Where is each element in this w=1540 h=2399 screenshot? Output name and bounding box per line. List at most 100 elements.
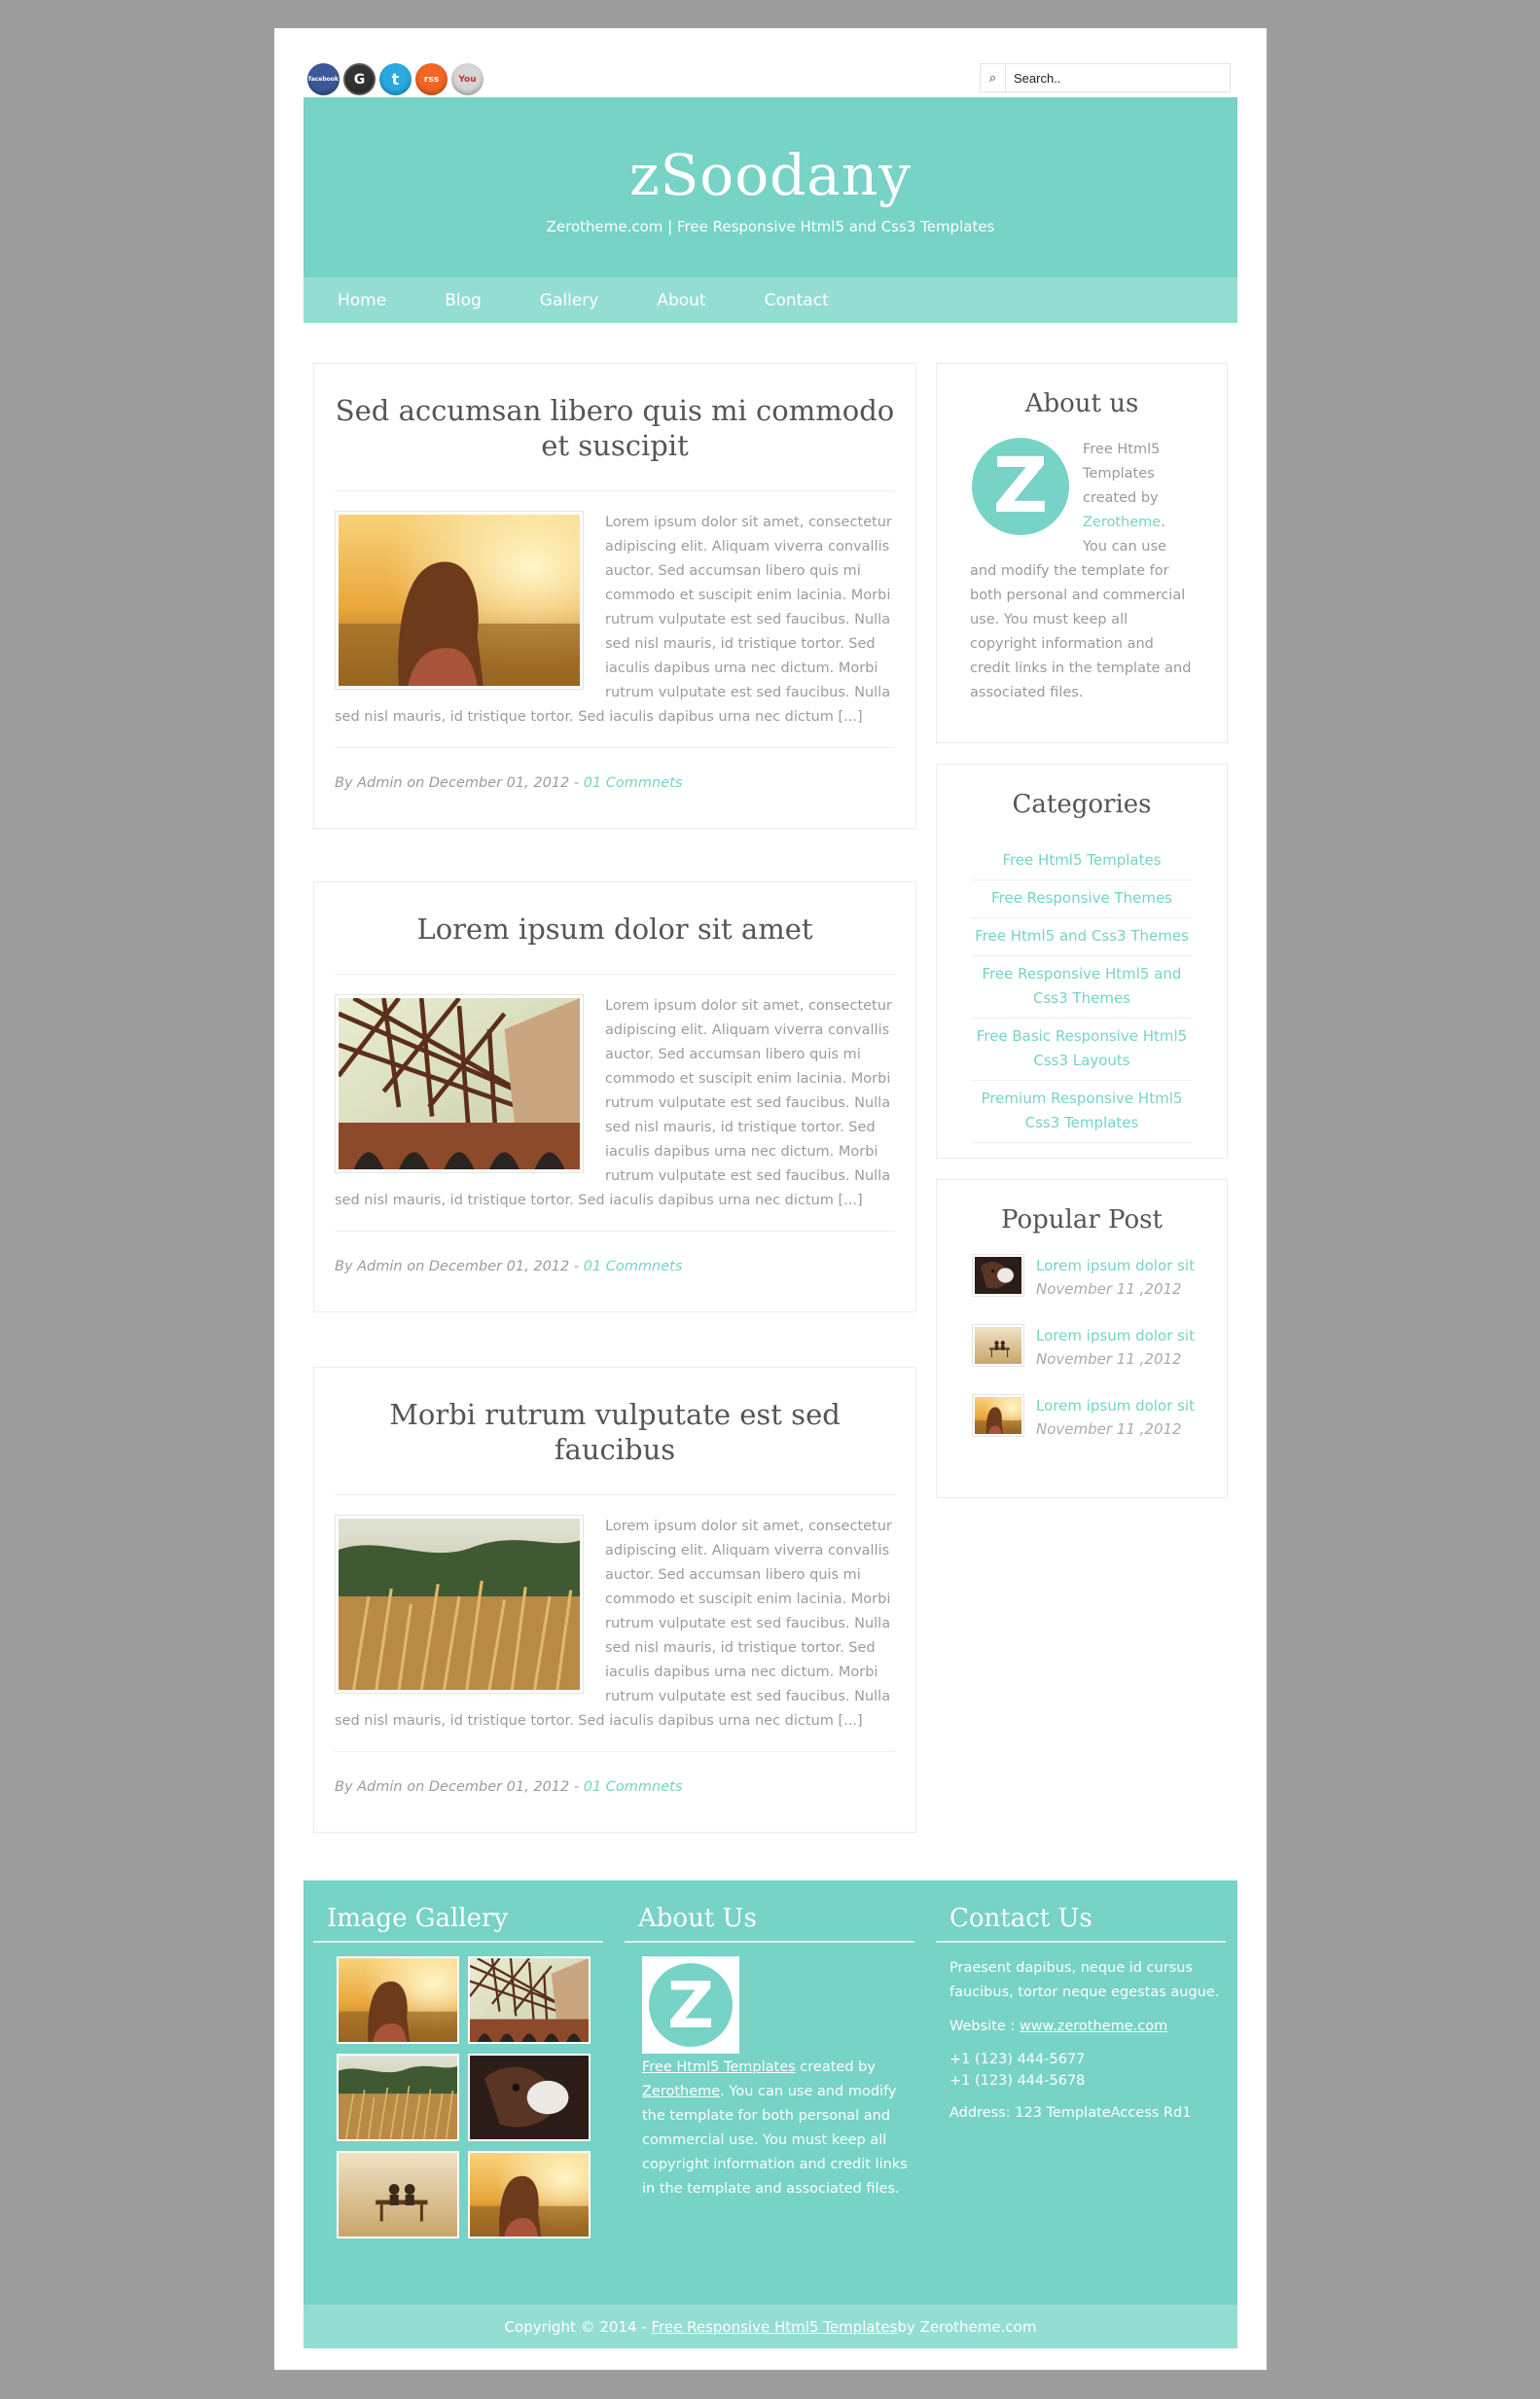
main-nav: Home Blog Gallery About Contact: [304, 277, 1237, 323]
nav-item-gallery[interactable]: Gallery: [511, 291, 628, 310]
blog-post: Morbi rutrum vulputate est sed faucibus …: [313, 1367, 916, 1833]
comments-link[interactable]: 01 Commnets: [584, 1259, 683, 1274]
gallery-image[interactable]: [468, 2151, 591, 2238]
post-byline: By Admin on December 01, 2012 -: [335, 775, 584, 791]
site-footer: Image Gallery About Us Z Free Html5 Temp…: [304, 1880, 1237, 2305]
about-text-start: Free Html5 Templates created by: [1083, 442, 1161, 506]
category-list: Free Html5 Templates Free Responsive The…: [972, 842, 1192, 1143]
nav-item-home[interactable]: Home: [308, 291, 415, 310]
popular-post-thumbnail[interactable]: [972, 1324, 1024, 1367]
post-thumbnail[interactable]: [335, 511, 584, 690]
site-tagline: Zerotheme.com | Free Responsive Html5 an…: [546, 218, 995, 235]
twitter-icon[interactable]: t: [379, 63, 412, 95]
post-title[interactable]: Morbi rutrum vulputate est sed faucibus: [314, 1368, 915, 1494]
page-container: facebook G t rss You ⌕ zSoodany Zerothem…: [274, 28, 1267, 2370]
search-icon[interactable]: ⌕: [981, 64, 1006, 91]
footer-gallery: Image Gallery: [313, 1880, 603, 2238]
copyright-bar: Copyright © 2014 - Free Responsive Html5…: [304, 2305, 1237, 2348]
nav-item-contact[interactable]: Contact: [735, 291, 858, 310]
phone-number: +1 (123) 444-5678: [949, 2073, 1086, 2089]
facebook-icon[interactable]: facebook: [307, 63, 340, 95]
comments-link[interactable]: 01 Commnets: [584, 775, 683, 791]
contact-phones: +1 (123) 444-5677 +1 (123) 444-5678: [949, 2049, 1226, 2092]
gallery-image[interactable]: [337, 2151, 459, 2238]
post-byline: By Admin on December 01, 2012 -: [335, 1259, 584, 1274]
post-meta: By Admin on December 01, 2012 - 01 Commn…: [335, 1231, 895, 1311]
popular-post-title[interactable]: Lorem ipsum dolor sit: [1036, 1324, 1195, 1347]
copyright-link[interactable]: Free Responsive Html5 Templates: [652, 2318, 898, 2336]
blog-post: Lorem ipsum dolor sit amet Lorem ipsum d…: [313, 881, 916, 1312]
popular-post[interactable]: Lorem ipsum dolor sit November 11 ,2012: [972, 1254, 1227, 1301]
categories-widget: Categories Free Html5 Templates Free Res…: [936, 764, 1228, 1159]
site-title[interactable]: zSoodany: [304, 97, 1237, 206]
copyright-suffix: by Zerotheme.com: [897, 2317, 1037, 2336]
copyright-text: Copyright © 2014 -: [504, 2317, 647, 2336]
gallery-image[interactable]: [468, 2054, 591, 2141]
about-text-end: . You can use and modify the template fo…: [970, 515, 1192, 700]
post-body: Lorem ipsum dolor sit amet, consectetur …: [335, 511, 895, 730]
footer-about-text-1: created by: [795, 2059, 876, 2075]
category-item[interactable]: Free Responsive Html5 and Css3 Themes: [972, 956, 1192, 1019]
popular-post-thumbnail[interactable]: [972, 1254, 1024, 1297]
zerotheme-logo: Z: [642, 1956, 739, 2054]
category-item[interactable]: Free Responsive Themes: [972, 880, 1192, 918]
footer-about-text-2: . You can use and modify the template fo…: [642, 2084, 908, 2197]
phone-number: +1 (123) 444-5677: [949, 2052, 1086, 2067]
post-title[interactable]: Lorem ipsum dolor sit amet: [314, 882, 915, 974]
widget-title: Categories: [1012, 790, 1152, 819]
website-label: Website :: [949, 2019, 1020, 2034]
contact-website: Website : www.zerotheme.com: [949, 2015, 1226, 2039]
footer-about-text: Z Free Html5 Templates created by Zeroth…: [625, 1943, 914, 2202]
zerotheme-link[interactable]: Zerotheme: [642, 2084, 720, 2099]
comments-link[interactable]: 01 Commnets: [584, 1779, 683, 1795]
popular-post-thumbnail[interactable]: [972, 1394, 1024, 1437]
popular-post-title[interactable]: Lorem ipsum dolor sit: [1036, 1394, 1195, 1417]
logo-letter: Z: [649, 1963, 733, 2047]
zerotheme-link[interactable]: Zerotheme: [1083, 515, 1161, 530]
post-thumbnail[interactable]: [335, 1515, 584, 1694]
popular-post-date: November 11 ,2012: [1036, 1350, 1182, 1368]
search-box: ⌕: [980, 63, 1231, 92]
footer-gallery-title: Image Gallery: [313, 1880, 603, 1943]
post-thumbnail[interactable]: [335, 994, 584, 1173]
post-byline: By Admin on December 01, 2012 -: [335, 1779, 584, 1795]
popular-post[interactable]: Lorem ipsum dolor sit November 11 ,2012: [972, 1394, 1227, 1441]
social-icons: facebook G t rss You: [307, 63, 483, 95]
category-item[interactable]: Premium Responsive Html5 Css3 Templates: [972, 1081, 1192, 1143]
widget-title: About us: [1024, 389, 1139, 418]
about-widget: About us Z Free Html5 Templates created …: [936, 363, 1228, 743]
free-html5-templates-link[interactable]: Free Html5 Templates: [642, 2059, 796, 2075]
site-header: zSoodany Zerotheme.com | Free Responsive…: [304, 97, 1237, 277]
category-item[interactable]: Free Basic Responsive Html5 Css3 Layouts: [972, 1019, 1192, 1081]
gallery-image[interactable]: [468, 1956, 591, 2044]
popular-post-date: November 11 ,2012: [1036, 1280, 1182, 1298]
post-meta: By Admin on December 01, 2012 - 01 Commn…: [335, 747, 895, 828]
rss-icon[interactable]: rss: [415, 63, 448, 95]
post-body: Lorem ipsum dolor sit amet, consectetur …: [335, 994, 895, 1213]
footer-contact-title: Contact Us: [936, 1880, 1226, 1943]
google-icon[interactable]: G: [343, 63, 376, 95]
website-link[interactable]: www.zerotheme.com: [1020, 2019, 1167, 2034]
footer-about: About Us Z Free Html5 Templates created …: [625, 1880, 914, 2202]
category-item[interactable]: Free Html5 and Css3 Themes: [972, 918, 1192, 956]
nav-item-blog[interactable]: Blog: [415, 291, 511, 310]
youtube-icon[interactable]: You: [451, 63, 483, 95]
contact-info: Praesent dapibus, neque id cursus faucib…: [936, 1943, 1226, 2126]
post-body: Lorem ipsum dolor sit amet, consectetur …: [335, 1515, 895, 1734]
category-item[interactable]: Free Html5 Templates: [972, 842, 1192, 880]
search-input[interactable]: [1006, 65, 1230, 90]
contact-address: Address: 123 TemplateAccess Rd1: [949, 2105, 1192, 2121]
popular-post[interactable]: Lorem ipsum dolor sit November 11 ,2012: [972, 1324, 1227, 1371]
footer-contact: Contact Us Praesent dapibus, neque id cu…: [936, 1880, 1226, 2135]
zerotheme-logo: Z: [972, 438, 1069, 535]
gallery-image[interactable]: [337, 2054, 459, 2141]
widget-title: Popular Post: [1001, 1205, 1163, 1235]
post-meta: By Admin on December 01, 2012 - 01 Commn…: [335, 1751, 895, 1832]
post-title[interactable]: Sed accumsan libero quis mi commodo et s…: [314, 364, 915, 490]
popular-posts-widget: Popular Post Lorem ipsum dolor sit Novem…: [936, 1179, 1228, 1498]
nav-item-about[interactable]: About: [627, 291, 734, 310]
popular-post-title[interactable]: Lorem ipsum dolor sit: [1036, 1254, 1195, 1277]
gallery-image[interactable]: [337, 1956, 459, 2044]
footer-about-title: About Us: [625, 1880, 914, 1943]
contact-intro: Praesent dapibus, neque id cursus faucib…: [949, 1960, 1220, 2000]
